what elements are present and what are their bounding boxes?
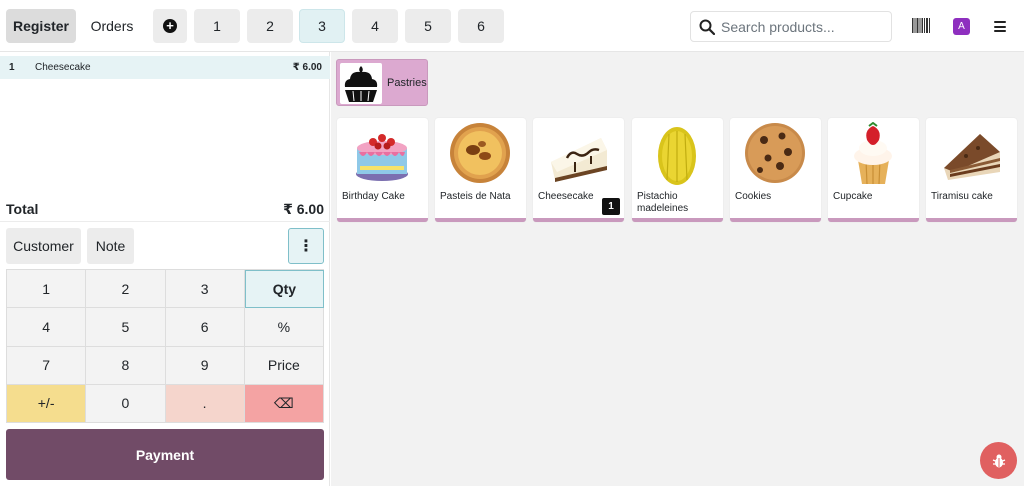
order-tab-3[interactable]: 3 (299, 9, 345, 43)
product-card-tiramisu-cake[interactable]: Tiramisu cake (926, 118, 1017, 222)
numpad-key-5[interactable]: 5 (86, 308, 166, 347)
order-tab-6[interactable]: 6 (458, 9, 504, 43)
madeleine-image (658, 127, 696, 185)
order-panel: 1 Cheesecake ₹ 6.00 Total ₹ 6.00 Custome… (0, 52, 330, 486)
numpad-key-7[interactable]: 7 (7, 346, 87, 385)
order-tab-2[interactable]: 2 (247, 9, 293, 43)
customer-button[interactable]: Customer (6, 228, 81, 264)
order-tab-4[interactable]: 4 (352, 9, 398, 43)
product-card-birthday-cake[interactable]: Birthday Cake (337, 118, 428, 222)
product-card-cookies[interactable]: Cookies (730, 118, 821, 222)
order-tab-1[interactable]: 1 (194, 9, 240, 43)
debug-button[interactable] (980, 442, 1017, 479)
numpad-mode-discount[interactable]: % (244, 308, 324, 347)
order-line[interactable]: 1 Cheesecake ₹ 6.00 (0, 56, 330, 79)
product-name: Cupcake (833, 191, 873, 202)
total-value: ₹ 6.00 (283, 201, 324, 217)
numpad-key-6[interactable]: 6 (165, 308, 245, 347)
orders-button[interactable]: Orders (84, 9, 140, 43)
plus-circle-icon: + (163, 19, 177, 33)
numpad-key-sign[interactable]: +/- (7, 384, 87, 423)
tiramisu-image (944, 134, 1000, 180)
product-card-cupcake[interactable]: Cupcake (828, 118, 919, 222)
numpad-key-0[interactable]: 0 (86, 384, 166, 423)
more-actions-button[interactable]: ⋮ (288, 228, 324, 264)
bug-icon (992, 454, 1005, 467)
product-panel: Pastries Birthday Cake Pasteis de Nata C… (331, 52, 1024, 486)
order-line-name: Cheesecake (35, 62, 91, 73)
cupcake-image (854, 122, 892, 185)
numpad-backspace-key[interactable]: ⌫ (244, 384, 324, 423)
product-name: Tiramisu cake (931, 191, 993, 202)
note-button[interactable]: Note (87, 228, 134, 264)
top-navbar: Register Orders + 1 2 3 4 5 6 A (0, 0, 1024, 52)
payment-button[interactable]: Payment (6, 429, 324, 480)
pasteis-de-nata-image (450, 123, 510, 183)
category-pastries[interactable]: Pastries (336, 59, 428, 106)
search-input[interactable] (721, 18, 881, 35)
order-line-price: ₹ 6.00 (292, 62, 322, 73)
category-label: Pastries (387, 77, 427, 89)
search-bar[interactable] (690, 11, 892, 42)
cupcake-icon (340, 63, 382, 104)
menu-icon[interactable] (994, 21, 1006, 32)
numpad-key-3[interactable]: 3 (165, 270, 245, 309)
numpad-key-4[interactable]: 4 (7, 308, 87, 347)
register-button[interactable]: Register (6, 9, 76, 43)
total-label: Total (6, 201, 39, 217)
new-order-button[interactable]: + (153, 9, 187, 43)
product-card-pasteis-de-nata[interactable]: Pasteis de Nata (435, 118, 526, 222)
cheesecake-image (551, 138, 607, 182)
product-card-pistachio-madeleines[interactable]: Pistachio madeleines (632, 118, 723, 222)
product-name: Cookies (735, 191, 772, 202)
order-total: Total ₹ 6.00 (0, 200, 330, 222)
cookie-image (745, 123, 805, 183)
numpad-mode-qty[interactable]: Qty (244, 270, 324, 309)
numpad-key-1[interactable]: 1 (7, 270, 87, 309)
numpad-key-8[interactable]: 8 (86, 346, 166, 385)
search-icon (699, 19, 715, 35)
numpad-key-2[interactable]: 2 (86, 270, 166, 309)
numpad-mode-price[interactable]: Price (244, 346, 324, 385)
barcode-icon[interactable] (912, 18, 930, 33)
numpad: 1 2 3 Qty 4 5 6 % 7 8 9 Price +/- 0 . ⌫ (6, 269, 324, 423)
order-line-qty: 1 (9, 62, 15, 73)
product-name: Pistachio madeleines (637, 191, 689, 214)
product-name: Pasteis de Nata (440, 191, 511, 202)
numpad-key-decimal[interactable]: . (165, 384, 245, 423)
product-quantity-badge: 1 (602, 198, 620, 215)
product-card-cheesecake[interactable]: Cheesecake 1 (533, 118, 624, 222)
product-name: Birthday Cake (342, 191, 405, 202)
numpad-key-9[interactable]: 9 (165, 346, 245, 385)
birthday-cake-image (356, 134, 408, 181)
order-tab-5[interactable]: 5 (405, 9, 451, 43)
user-avatar[interactable]: A (953, 18, 970, 35)
